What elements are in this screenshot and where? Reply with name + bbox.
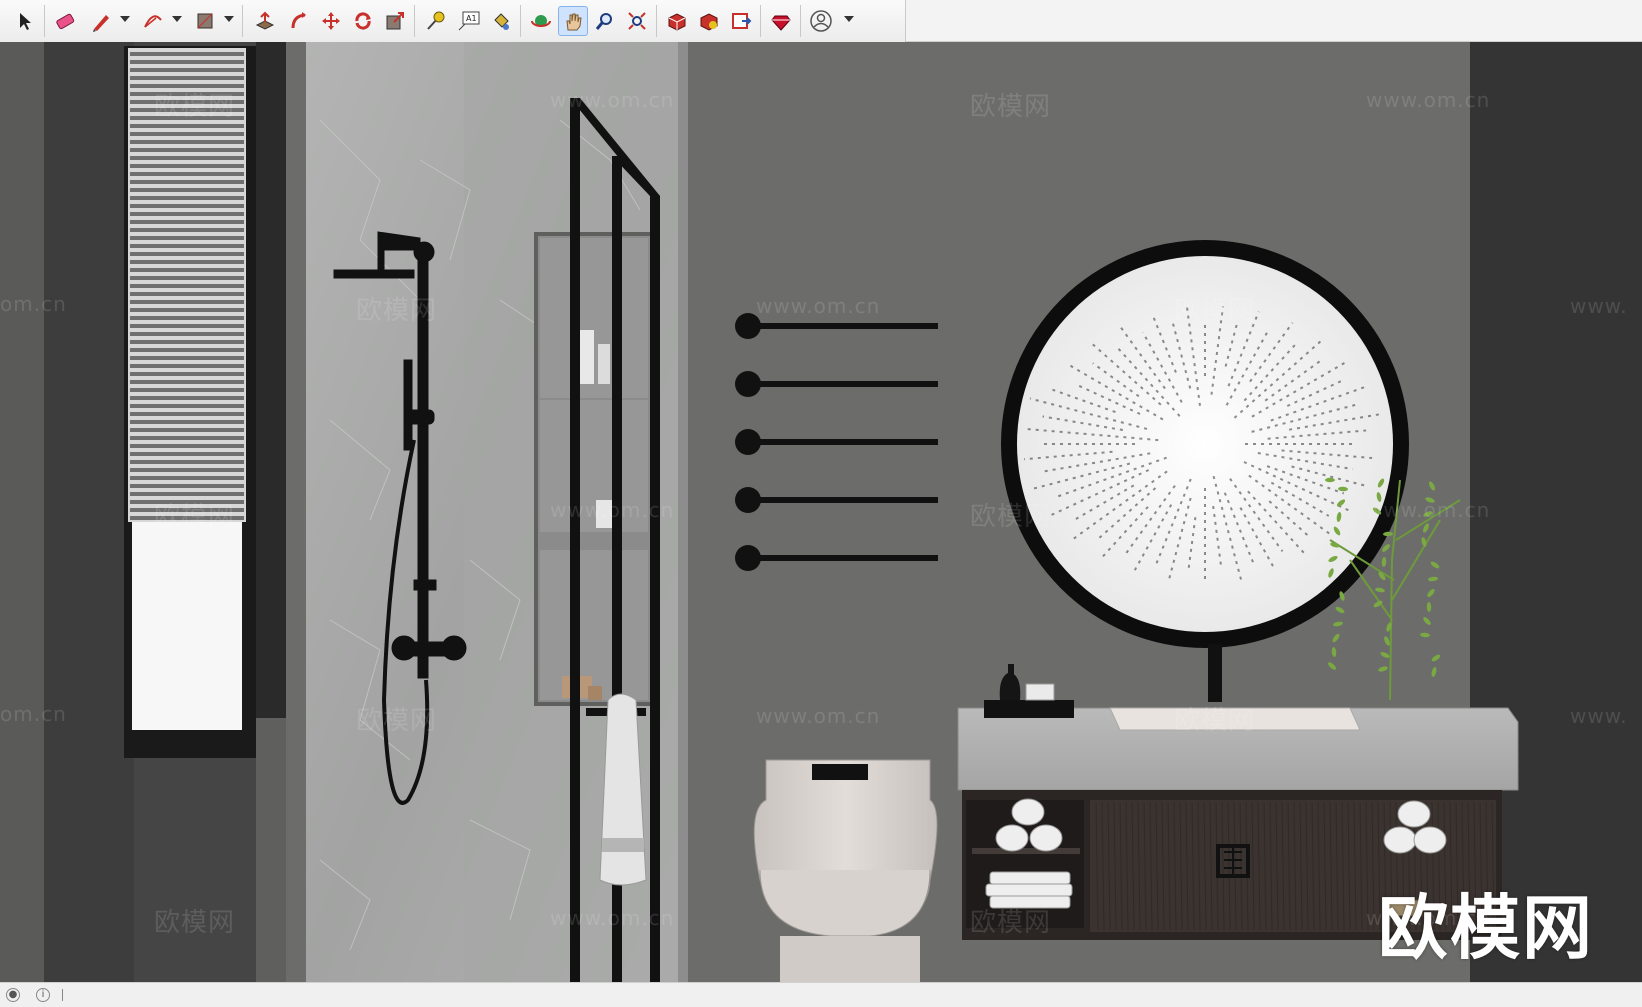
pan-tool-button[interactable] bbox=[558, 6, 588, 36]
shower-wall-edge bbox=[678, 42, 688, 982]
text-tool-glyph: A1 bbox=[466, 14, 477, 23]
main-toolbar: A1 bbox=[0, 0, 1642, 42]
watermark-url: www.om.cn bbox=[756, 704, 881, 728]
pencil-icon bbox=[93, 15, 109, 32]
line-tool-button[interactable] bbox=[86, 6, 116, 36]
watermark-url: www.om.cn bbox=[550, 906, 675, 930]
move-icon bbox=[322, 12, 340, 30]
extension-icon bbox=[700, 13, 718, 31]
paint-bucket-icon bbox=[494, 13, 509, 30]
tape-measure-icon bbox=[427, 11, 445, 30]
3d-warehouse-tool-button[interactable] bbox=[662, 6, 692, 36]
select-tool-button[interactable] bbox=[10, 6, 40, 36]
magnifier-icon bbox=[595, 13, 612, 30]
watermark-cn: 欧模网 bbox=[970, 908, 1052, 938]
arc-icon bbox=[144, 15, 162, 28]
ruby-console-tool-button[interactable] bbox=[766, 6, 796, 36]
ruby-icon bbox=[771, 15, 791, 31]
follow-me-icon bbox=[291, 12, 306, 29]
account-dropdown[interactable] bbox=[844, 16, 854, 22]
push-pull-icon bbox=[255, 11, 275, 30]
layout-icon bbox=[732, 13, 752, 29]
window-side-jamb bbox=[256, 42, 286, 742]
rectangle-tool-button[interactable] bbox=[190, 6, 220, 36]
text-label-icon: A1 bbox=[458, 11, 480, 31]
zoom-extents-tool-button[interactable] bbox=[622, 6, 652, 36]
smart-toilet bbox=[753, 759, 938, 982]
hand-icon bbox=[566, 13, 582, 31]
info-icon[interactable]: i bbox=[36, 988, 50, 1002]
orbit-icon bbox=[531, 15, 551, 27]
left-dark-wall bbox=[44, 42, 134, 982]
status-bar: ● i bbox=[0, 982, 1642, 1007]
zoom-extents-icon bbox=[628, 12, 646, 30]
account-tool-button[interactable] bbox=[806, 6, 836, 36]
eraser-tool-button[interactable] bbox=[50, 6, 80, 36]
shower-niche bbox=[534, 232, 654, 706]
rotate-tool-button[interactable] bbox=[348, 6, 378, 36]
watermark-cn: 欧模网 bbox=[154, 502, 236, 532]
left-wall-edge bbox=[0, 42, 44, 982]
watermark-cn: 欧模网 bbox=[1174, 706, 1256, 736]
scale-icon bbox=[386, 12, 404, 30]
watermark-cn: 欧模网 bbox=[154, 92, 236, 122]
geo-location-icon[interactable]: ● bbox=[6, 988, 20, 1002]
eraser-icon bbox=[56, 13, 75, 30]
rectangle-tool-dropdown[interactable] bbox=[224, 16, 234, 22]
watermark-cn: 欧模网 bbox=[356, 296, 438, 326]
watermark-cn: 欧模网 bbox=[970, 502, 1052, 532]
text-tool-button[interactable]: A1 bbox=[454, 6, 484, 36]
user-account-icon bbox=[810, 10, 832, 32]
watermark-url: www.om.cn bbox=[1366, 88, 1491, 112]
watermark-cn: 欧模网 bbox=[356, 706, 438, 736]
watermark-url-partial: om.cn bbox=[0, 292, 67, 316]
brand-logo-text: 欧模网 bbox=[1378, 887, 1594, 969]
watermark-url: www.om.cn bbox=[550, 88, 675, 112]
arc-tool-dropdown[interactable] bbox=[172, 16, 182, 22]
watermark-url: www.om.cn bbox=[1366, 498, 1491, 522]
line-tool-dropdown[interactable] bbox=[120, 16, 130, 22]
move-tool-button[interactable] bbox=[316, 6, 346, 36]
watermark-cn: 欧模网 bbox=[154, 908, 236, 938]
tape-measure-tool-button[interactable] bbox=[420, 6, 450, 36]
follow-me-tool-button[interactable] bbox=[284, 6, 314, 36]
watermark-url: www.om.cn bbox=[756, 294, 881, 318]
watermark-cn: 欧模网 bbox=[970, 92, 1052, 122]
scale-tool-button[interactable] bbox=[380, 6, 410, 36]
model-viewport[interactable]: 欧模网 www.om.cn 欧模网 www.om.cn om.cn 欧模网 ww… bbox=[0, 42, 1642, 982]
arrow-cursor-icon bbox=[20, 13, 31, 30]
watermark-url-partial: www. bbox=[1570, 294, 1628, 318]
paint-bucket-tool-button[interactable] bbox=[486, 6, 516, 36]
watermark-url-partial: www. bbox=[1570, 704, 1628, 728]
watermark-url-partial: om.cn bbox=[0, 702, 67, 726]
arc-tool-button[interactable] bbox=[138, 6, 168, 36]
layout-tool-button[interactable] bbox=[726, 6, 756, 36]
watermark-url: www.om.cn bbox=[550, 498, 675, 522]
lower-left-wall bbox=[256, 718, 286, 982]
window-glass bbox=[132, 520, 242, 730]
watermark-cn: 欧模网 bbox=[1174, 296, 1256, 326]
warehouse-icon bbox=[668, 13, 686, 31]
extension-warehouse-tool-button[interactable] bbox=[694, 6, 724, 36]
rectangle-icon bbox=[197, 13, 213, 29]
toolbar-group: A1 bbox=[0, 0, 906, 42]
orbit-tool-button[interactable] bbox=[526, 6, 556, 36]
zoom-tool-button[interactable] bbox=[590, 6, 620, 36]
push-pull-tool-button[interactable] bbox=[250, 6, 280, 36]
status-divider bbox=[62, 989, 63, 1001]
rotate-icon bbox=[355, 12, 371, 30]
